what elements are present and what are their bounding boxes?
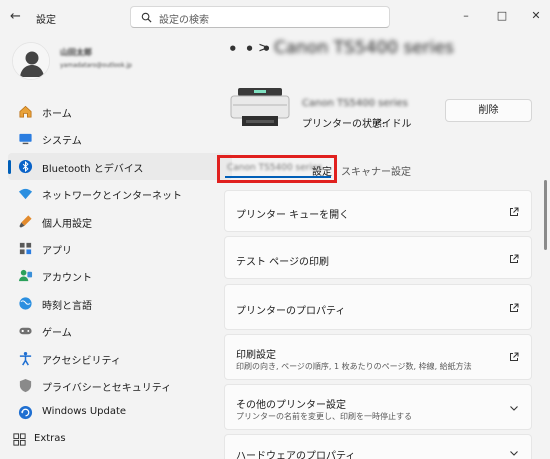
sidebar-nav: ホーム システム Bluetooth とデバイス ネットワークとインターネット … xyxy=(8,98,232,427)
card-title: ハードウェアのプロパティ xyxy=(236,451,356,459)
sidebar-item-personalization[interactable]: 個人用設定 xyxy=(8,208,232,235)
extras-grid-icon xyxy=(13,433,26,446)
sidebar-item-time-language[interactable]: 時刻と言語 xyxy=(8,290,232,317)
title-bar: ← 設定 設定の検索 – □ ✕ xyxy=(0,0,550,34)
card-printer-properties[interactable]: プリンターのプロパティ xyxy=(224,284,532,330)
card-open-print-queue[interactable]: プリンター キューを開く xyxy=(224,190,532,232)
sidebar-item-label: システム xyxy=(42,136,82,148)
card-printing-preferences[interactable]: 印刷設定 印刷の向き, ページの順序, 1 枚あたりのページ数, 枠線, 給紙方… xyxy=(224,334,532,380)
close-button[interactable]: ✕ xyxy=(524,6,548,26)
minimize-button[interactable]: – xyxy=(454,6,478,26)
sidebar-item-label: 時刻と言語 xyxy=(42,300,92,312)
bluetooth-icon xyxy=(18,159,33,173)
card-more-printer-settings[interactable]: その他のプリンター設定 プリンターの名前を変更し、印刷を一時停止する xyxy=(224,384,532,430)
user-email: yamadataro@outlook.jp xyxy=(60,62,132,69)
search-input[interactable]: 設定の検索 xyxy=(130,6,390,28)
breadcrumb-separator: > xyxy=(258,40,270,56)
shield-icon xyxy=(19,378,32,392)
card-title: その他のプリンター設定 xyxy=(236,400,346,411)
avatar xyxy=(12,42,50,80)
sidebar-item-label: ホーム xyxy=(42,109,72,120)
sidebar-item-accessibility[interactable]: アクセシビリティ xyxy=(8,345,232,372)
card-title: プリンターのプロパティ xyxy=(236,306,346,317)
sidebar-item-gaming[interactable]: ゲーム xyxy=(8,317,232,344)
sidebar-item-label: アプリ xyxy=(42,245,72,257)
chevron-down-icon xyxy=(510,451,518,456)
time-language-icon xyxy=(19,297,32,310)
open-external-icon xyxy=(510,352,519,361)
tab-bar: Canon TS5400 series 設定 スキャナー設定 xyxy=(217,155,517,185)
active-tab-indicator xyxy=(225,176,331,178)
home-icon xyxy=(19,105,32,118)
breadcrumb: • • • > Canon TS5400 series xyxy=(228,36,548,66)
personalization-icon xyxy=(19,214,32,228)
avatar-person-icon xyxy=(13,43,49,79)
user-name: 山田太郎 xyxy=(60,48,92,57)
extras-label: Extras xyxy=(34,433,66,444)
tab-printer-model: Canon TS5400 series xyxy=(227,163,323,173)
scrollbar-thumb[interactable] xyxy=(544,180,547,250)
network-icon xyxy=(18,188,33,200)
printer-status-value: アイドル xyxy=(372,119,412,130)
sidebar-item-label: アカウント xyxy=(42,273,92,285)
maximize-button[interactable]: □ xyxy=(490,6,514,26)
sidebar-item-extras[interactable]: Extras xyxy=(8,426,232,454)
device-name: Canon TS5400 series xyxy=(302,98,408,109)
tab-scanner-settings[interactable]: スキャナー設定 xyxy=(341,163,411,178)
app-title: 設定 xyxy=(36,15,56,26)
open-external-icon xyxy=(510,303,519,312)
card-title: プリンター キューを開く xyxy=(236,210,350,221)
search-placeholder: 設定の検索 xyxy=(159,15,209,26)
sidebar-item-label: Bluetooth とデバイス xyxy=(42,163,144,175)
card-print-test-page[interactable]: テスト ページの印刷 xyxy=(224,236,532,279)
account-icon xyxy=(18,270,33,282)
printer-icon xyxy=(230,88,290,126)
chevron-down-icon xyxy=(510,406,518,411)
user-profile[interactable]: 山田太郎 yamadataro@outlook.jp xyxy=(12,42,212,82)
sidebar-item-network[interactable]: ネットワークとインターネット xyxy=(8,180,232,207)
sidebar-item-label: アクセシビリティ xyxy=(42,355,121,367)
card-title: テスト ページの印刷 xyxy=(236,257,329,268)
sidebar-item-label: プライバシーとセキュリティ xyxy=(42,382,172,394)
sidebar-item-apps[interactable]: アプリ xyxy=(8,235,232,262)
sidebar-item-label: 個人用設定 xyxy=(42,218,92,230)
sidebar-item-label: ゲーム xyxy=(42,328,72,340)
system-icon xyxy=(19,134,32,145)
search-icon xyxy=(141,12,152,23)
sidebar-item-privacy-security[interactable]: プライバシーとセキュリティ xyxy=(8,372,232,399)
apps-icon xyxy=(19,242,32,255)
sidebar-item-label: ネットワークとインターネット xyxy=(42,191,182,203)
sidebar-item-home[interactable]: ホーム xyxy=(8,98,232,125)
card-title: 印刷設定 xyxy=(236,350,276,361)
open-external-icon xyxy=(510,207,519,216)
sidebar-item-label: Windows Update xyxy=(42,406,127,418)
card-subtitle: 印刷の向き, ページの順序, 1 枚あたりのページ数, 枠線, 給紙方法 xyxy=(236,362,472,371)
page-title: Canon TS5400 series xyxy=(274,38,454,58)
open-external-icon xyxy=(510,254,519,263)
sidebar-item-system[interactable]: システム xyxy=(8,125,232,152)
back-arrow-icon[interactable]: ← xyxy=(10,10,26,24)
card-hardware-properties[interactable]: ハードウェアのプロパティ xyxy=(224,434,532,459)
sidebar-item-bluetooth-devices[interactable]: Bluetooth とデバイス xyxy=(8,152,232,181)
accessibility-icon xyxy=(19,351,32,365)
gaming-icon xyxy=(19,327,32,335)
windows-update-icon xyxy=(18,406,33,420)
sidebar-item-accounts[interactable]: アカウント xyxy=(8,262,232,289)
card-subtitle: プリンターの名前を変更し、印刷を一時停止する xyxy=(236,412,412,421)
delete-button[interactable]: 削除 xyxy=(445,99,532,122)
sidebar-item-windows-update[interactable]: Windows Update xyxy=(8,399,232,426)
